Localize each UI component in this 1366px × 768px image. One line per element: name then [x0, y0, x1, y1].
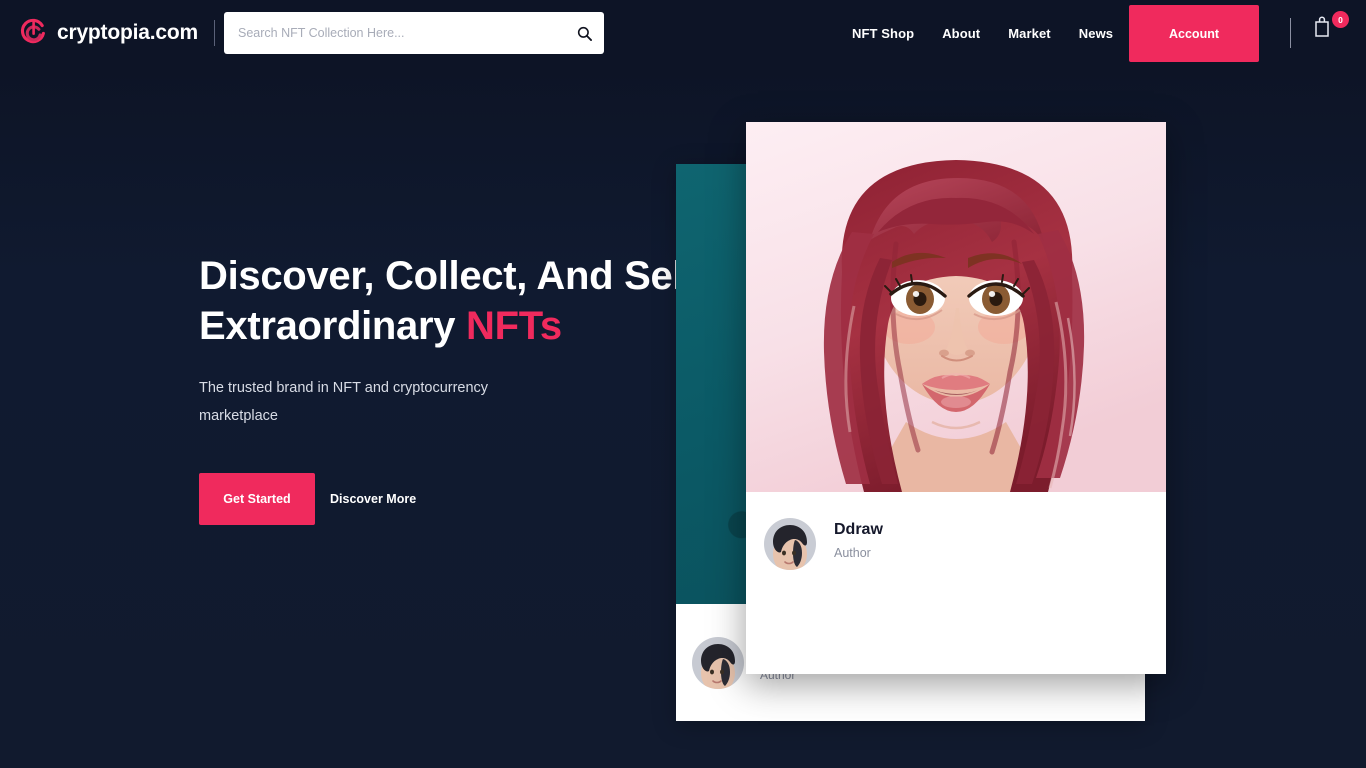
- hero-actions: Get Started Discover More: [199, 473, 699, 526]
- nft-card-front-author: Ddraw Author: [834, 518, 883, 560]
- site-header: cryptopia.com NFT NFT Shop About Market …: [0, 0, 1366, 66]
- shopping-bag-icon: [1312, 16, 1334, 43]
- discover-more-link[interactable]: Discover More: [330, 492, 416, 506]
- search-input[interactable]: [224, 26, 574, 40]
- nav-item-about[interactable]: About: [928, 26, 994, 41]
- author-role: Author: [834, 546, 871, 560]
- nav-item-news[interactable]: News: [1065, 26, 1127, 41]
- author-name: Ddraw: [834, 521, 883, 538]
- nft-card-front[interactable]: Ddraw Author: [746, 122, 1166, 674]
- hero-copy: Discover, Collect, And Sell Extraordinar…: [199, 251, 699, 526]
- author-avatar: [692, 636, 744, 689]
- hero-title-accent: NFTs: [466, 304, 562, 349]
- cart-button[interactable]: 0: [1312, 11, 1349, 52]
- brand-divider: [213, 20, 215, 46]
- account-button[interactable]: Account: [1129, 5, 1259, 62]
- cryptopia-spiral-logo-icon: [18, 18, 48, 48]
- hero-title: Discover, Collect, And Sell Extraordinar…: [199, 251, 699, 352]
- cart-count-badge: 0: [1332, 11, 1349, 28]
- nav-item-nft-shop[interactable]: NFT Shop: [838, 26, 928, 41]
- hero-title-line1: Discover, Collect, And Sell: [199, 254, 695, 298]
- brand-name: cryptopia.com: [57, 21, 198, 44]
- author-avatar: [764, 518, 816, 570]
- get-started-button[interactable]: Get Started: [199, 473, 315, 526]
- hero-title-line2: Extraordinary: [199, 304, 467, 349]
- search-icon[interactable]: [574, 12, 604, 54]
- nft-card-front-meta: Ddraw Author: [746, 492, 1166, 674]
- nav-item-market[interactable]: Market: [994, 26, 1065, 41]
- search-box[interactable]: [224, 12, 604, 54]
- nft-artwork-woman-portrait: [746, 122, 1166, 492]
- header-divider: [1290, 18, 1291, 48]
- hero-section: Discover, Collect, And Sell Extraordinar…: [0, 66, 1366, 768]
- hero-subtitle: The trusted brand in NFT and cryptocurre…: [199, 379, 489, 425]
